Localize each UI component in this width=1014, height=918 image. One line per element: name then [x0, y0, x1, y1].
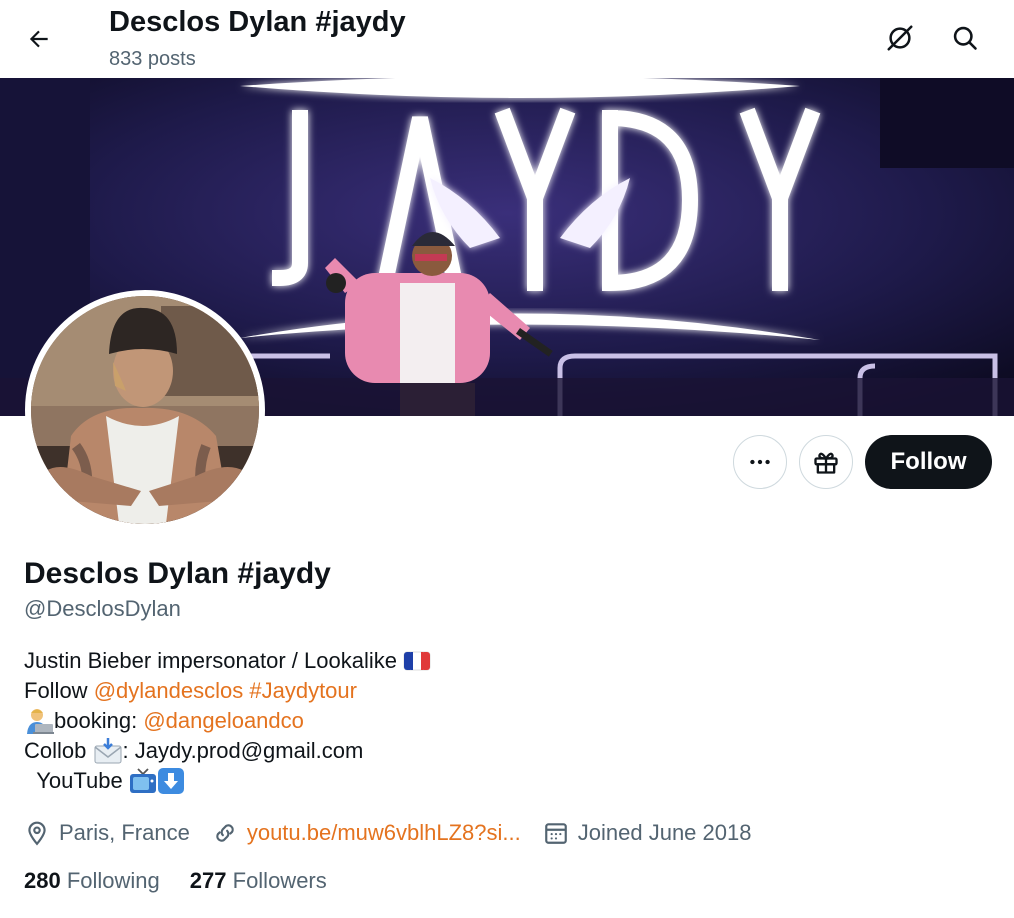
location-pin-icon [28, 821, 46, 846]
mention-link-dylandesclos[interactable]: @dylandesclos [94, 676, 244, 706]
followers-label: Followers [232, 868, 327, 893]
gift-icon [814, 452, 838, 474]
bio-collob-text: Collob [24, 738, 87, 763]
bio-youtube-text: YouTube [36, 768, 123, 793]
location: Paris, France [24, 820, 190, 846]
bio-line-2: Follow @dylandesclos #Jaydytour [24, 676, 431, 706]
back-arrow-icon [29, 30, 48, 48]
profile-avatar[interactable] [25, 290, 265, 530]
header-title: Desclos Dylan #jaydy [109, 6, 406, 38]
bio-line-1: Justin Bieber impersonator / Lookalike [24, 646, 431, 676]
gift-button[interactable] [799, 435, 853, 489]
back-button[interactable] [18, 18, 60, 60]
man-technologist-icon [27, 709, 54, 734]
bio-booking-text: booking: [54, 708, 138, 733]
join-date: Joined June 2018 [543, 820, 752, 846]
envelope-arrow-icon [94, 738, 121, 764]
profile-meta: Paris, France youtu.be/muw6vblhLZ8?si...… [24, 815, 773, 851]
following-link[interactable]: 280 Following [24, 868, 160, 894]
bio-text: Justin Bieber impersonator / Lookalike [24, 648, 397, 673]
post-count: 833 posts [109, 48, 196, 70]
no-connection-button[interactable] [878, 16, 922, 60]
hashtag-link-jaydytour[interactable]: #Jaydytour [249, 676, 357, 706]
television-icon [129, 768, 156, 793]
bio-email-text: : Jaydy.prod@gmail.com [122, 738, 364, 763]
bio-line-3: booking: @dangeloandco [24, 706, 431, 736]
following-label: Following [66, 868, 160, 893]
follow-stats: 280 Following 277 Followers [24, 868, 357, 894]
website: youtu.be/muw6vblhLZ8?si... [212, 820, 521, 846]
website-link[interactable]: youtu.be/muw6vblhLZ8?si... [247, 820, 521, 846]
top-bar: Desclos Dylan #jaydy 833 posts [0, 0, 1014, 78]
avatar-photo [31, 296, 259, 524]
calendar-icon [544, 823, 567, 844]
location-text: Paris, France [59, 820, 190, 845]
bio: Justin Bieber impersonator / Lookalike F… [24, 646, 431, 796]
more-dots-icon [750, 459, 770, 465]
search-icon [953, 26, 977, 50]
user-handle: @DesclosDylan [24, 596, 181, 621]
mention-link-dangeloandco[interactable]: @dangeloandco [143, 706, 304, 736]
more-options-button[interactable] [733, 435, 787, 489]
bio-line-5: YouTube [24, 766, 431, 796]
bio-follow-text: Follow [24, 678, 88, 703]
follow-button[interactable]: Follow [865, 435, 992, 489]
display-name: Desclos Dylan #jaydy [24, 557, 331, 590]
followers-count: 277 [189, 868, 227, 893]
followers-link[interactable]: 277 Followers [190, 868, 327, 894]
bio-line-4: Collob : Jaydy.prod@gmail.com [24, 736, 431, 766]
link-icon [216, 824, 234, 842]
france-flag-icon [403, 651, 431, 671]
down-arrow-icon [157, 768, 184, 794]
no-connection-icon [887, 25, 913, 51]
following-count: 280 [24, 868, 61, 893]
search-button[interactable] [943, 16, 987, 60]
joined-text: Joined June 2018 [577, 820, 752, 845]
